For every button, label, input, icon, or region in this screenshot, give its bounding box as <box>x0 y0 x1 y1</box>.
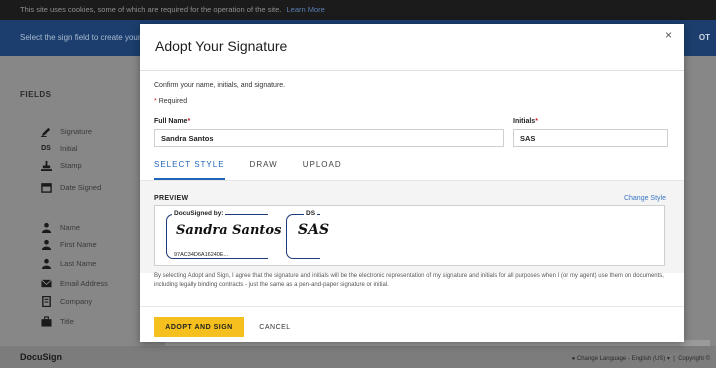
sidebar-item-label: Date Signed <box>60 182 102 192</box>
intro-text: Confirm your name, initials, and signatu… <box>154 82 286 89</box>
initials-label: Initials* <box>513 118 538 125</box>
cookie-bar: This site uses cookies, some of which ar… <box>0 0 716 20</box>
tab-select-style[interactable]: SELECT STYLE <box>154 160 225 180</box>
globe-icon: ● <box>571 356 576 362</box>
stamp-icon <box>40 159 52 171</box>
envelope-icon <box>40 277 52 289</box>
docusigned-by-label: DocuSigned by: <box>172 210 226 217</box>
close-icon[interactable]: × <box>665 28 672 42</box>
pen-icon <box>40 125 52 137</box>
title-divider <box>140 70 684 71</box>
sidebar-item-last-name[interactable]: Last Name <box>40 256 96 270</box>
sidebar-item-email-address[interactable]: Email Address <box>40 276 108 290</box>
sidebar-item-label: Name <box>60 222 81 232</box>
docusign-logo: DocuSign <box>20 352 62 362</box>
change-language-link[interactable]: Change Language - English (US) <box>577 356 665 362</box>
sidebar-item-title[interactable]: Title <box>40 314 74 328</box>
sidebar-item-label: Initial <box>60 143 78 153</box>
calendar-icon <box>40 181 52 193</box>
tab-draw[interactable]: DRAW <box>250 160 278 180</box>
building-icon <box>40 295 52 307</box>
required-star: * <box>187 118 191 125</box>
initials-ds-label: DS <box>304 210 318 217</box>
required-note: * Required <box>154 98 187 105</box>
preview-label: PREVIEW <box>154 195 189 202</box>
chevron-down-icon: ▾ <box>666 356 670 362</box>
sidebar-item-initial[interactable]: DS Initial <box>40 141 78 155</box>
adopt-and-sign-button[interactable]: ADOPT AND SIGN <box>154 317 244 337</box>
required-note-text: Required <box>158 98 188 105</box>
sidebar-item-first-name[interactable]: First Name <box>40 237 97 251</box>
required-star: * <box>154 98 157 105</box>
full-name-label-text: Full Name <box>154 118 188 125</box>
tab-upload[interactable]: UPLOAD <box>303 160 342 180</box>
footer-links: ● Change Language - English (US) ▾ | Cop… <box>572 355 710 362</box>
briefcase-icon <box>40 315 52 327</box>
initials-preview-text: SAS <box>298 222 330 238</box>
person-icon <box>40 257 52 269</box>
initials-input[interactable] <box>513 129 668 147</box>
sidebar-item-company[interactable]: Company <box>40 294 92 308</box>
person-icon <box>40 221 52 233</box>
learn-more-link[interactable]: Learn More <box>286 5 324 14</box>
topbar-right-button[interactable]: OT <box>699 20 710 56</box>
change-style-link[interactable]: Change Style <box>624 195 666 202</box>
sidebar-item-name[interactable]: Name <box>40 220 80 234</box>
copyright-text: Copyright © <box>678 356 710 362</box>
signature-preview-text: Sandra Santos <box>176 223 282 238</box>
sidebar-item-label: Signature <box>60 126 93 136</box>
initial-icon: DS <box>41 144 51 152</box>
cookie-text: This site uses cookies, some of which ar… <box>20 5 282 14</box>
sidebar-item-signature[interactable]: Signature <box>40 124 92 138</box>
sidebar-item-date-signed[interactable]: Date Signed <box>40 180 101 194</box>
full-name-label: Full Name* <box>154 118 190 125</box>
signature-id-code: 97AC34D6A16240E... <box>172 252 231 258</box>
required-star: * <box>535 118 538 125</box>
footer-separator: | <box>671 356 677 362</box>
sidebar-item-label: Email Address <box>60 278 108 288</box>
person-icon <box>40 238 52 250</box>
dialog-title: Adopt Your Signature <box>155 38 288 54</box>
fields-title: FIELDS <box>20 90 52 99</box>
sidebar-item-label: Title <box>60 316 74 326</box>
footer-divider <box>140 306 684 307</box>
cancel-button[interactable]: CANCEL <box>250 317 300 337</box>
legal-disclaimer: By selecting Adopt and Sign, I agree tha… <box>154 273 664 288</box>
sidebar-item-label: Stamp <box>60 160 82 170</box>
initials-label-text: Initials <box>513 118 536 125</box>
sidebar-item-label: Company <box>60 296 93 306</box>
sidebar-item-stamp[interactable]: Stamp <box>40 158 82 172</box>
sidebar-item-label: First Name <box>60 239 97 249</box>
full-name-input[interactable] <box>154 129 504 147</box>
signature-tabs: SELECT STYLE DRAW UPLOAD <box>154 160 367 180</box>
sidebar-item-label: Last Name <box>60 258 97 268</box>
